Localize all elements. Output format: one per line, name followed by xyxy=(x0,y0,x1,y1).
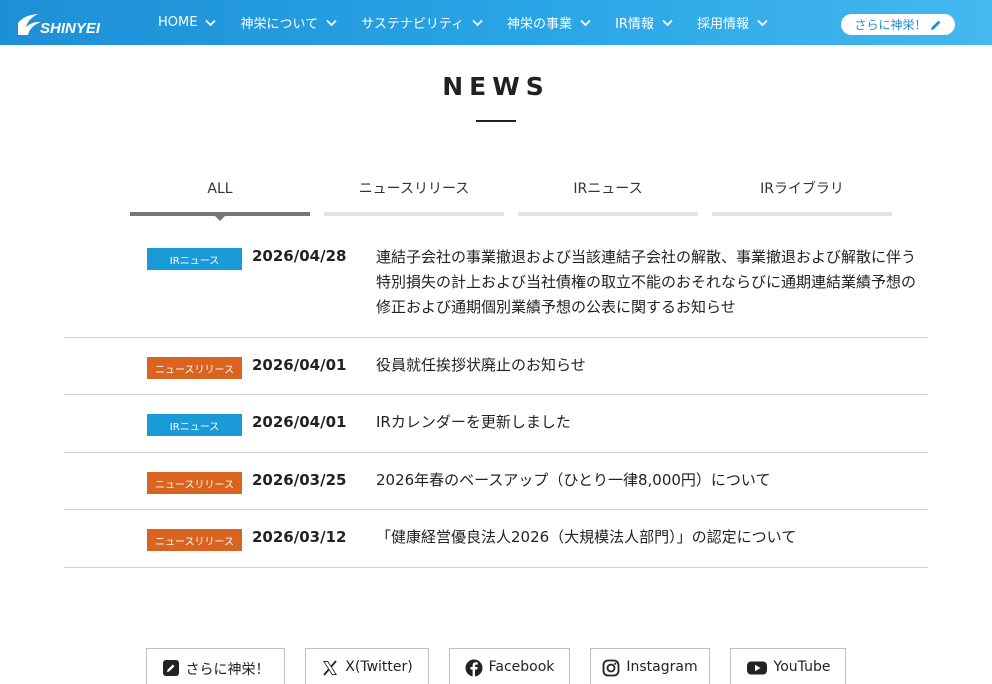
news-item[interactable]: ニュースリリース 2026/03/12 「健康経営優良法人2026（大規模法人部… xyxy=(64,510,928,568)
nav-item-sustainability[interactable]: サステナビリティ xyxy=(349,0,495,45)
sarani-shinyei-link-button[interactable]: さらに神栄！ xyxy=(146,648,285,684)
news-list: IRニュース 2026/04/28 連結子会社の事業撤退および当該連結子会社の解… xyxy=(64,233,928,568)
nav-item-label: HOME xyxy=(158,15,198,30)
cta-label: さらに神栄！ xyxy=(854,18,927,32)
nav-item-label: サステナビリティ xyxy=(361,17,465,32)
news-date: 2026/04/01 xyxy=(252,356,347,374)
news-date: 2026/04/28 xyxy=(252,247,347,265)
tab-all[interactable]: ALL xyxy=(130,170,310,221)
link-label: YouTube xyxy=(773,659,831,675)
tab-indicator xyxy=(324,212,504,216)
pencil-icon xyxy=(930,20,940,30)
category-badge: ニュースリリース xyxy=(147,357,242,379)
instagram-link-button[interactable]: Instagram xyxy=(590,648,710,684)
news-title-link[interactable]: 連結子会社の事業撤退および当該連結子会社の解散、事業撤退および解散に伴う特別損失… xyxy=(376,245,924,320)
news-date: 2026/03/25 xyxy=(252,471,347,489)
news-item[interactable]: IRニュース 2026/04/01 IRカレンダーを更新しました xyxy=(64,395,928,453)
news-item[interactable]: ニュースリリース 2026/03/25 2026年春のベースアップ（ひとり一律8… xyxy=(64,453,928,510)
news-title-link[interactable]: 役員就任挨拶状廃止のお知らせ xyxy=(376,353,924,378)
link-label: Facebook xyxy=(488,659,555,675)
x-twitter-link-button[interactable]: X(Twitter) xyxy=(305,648,429,684)
site-header: SHINYEI HOME 神栄について サステナビリティ 神栄の事業 IR情報 … xyxy=(0,0,992,45)
chevron-down-icon xyxy=(757,19,768,26)
instagram-icon xyxy=(602,659,620,677)
page-title: NEWS xyxy=(442,72,550,101)
active-tab-arrow-icon xyxy=(214,215,226,221)
tab-ir-news[interactable]: IRニュース xyxy=(518,170,698,216)
link-label: Instagram xyxy=(626,659,698,675)
chevron-down-icon xyxy=(580,19,591,26)
youtube-icon xyxy=(746,661,767,675)
tab-news-release[interactable]: ニュースリリース xyxy=(324,170,504,216)
sarani-shinyei-button[interactable]: さらに神栄！ xyxy=(841,14,955,35)
category-badge: IRニュース xyxy=(147,414,242,436)
nav-item-label: 神栄について xyxy=(240,17,319,32)
nav-item-home[interactable]: HOME xyxy=(146,0,228,45)
tab-ir-library[interactable]: IRライブラリ xyxy=(712,170,892,216)
news-title-link[interactable]: 「健康経営優良法人2026（大規模法人部門）」の認定について xyxy=(376,525,924,550)
shinyei-logo-icon xyxy=(16,13,42,37)
tab-label: IRライブラリ xyxy=(760,181,844,197)
tab-label: IRニュース xyxy=(573,181,643,197)
pencil-square-icon xyxy=(162,660,179,676)
news-item[interactable]: ニュースリリース 2026/04/01 役員就任挨拶状廃止のお知らせ xyxy=(64,338,928,395)
chevron-down-icon xyxy=(472,19,483,26)
news-item[interactable]: IRニュース 2026/04/28 連結子会社の事業撤退および当該連結子会社の解… xyxy=(64,233,928,338)
category-badge: ニュースリリース xyxy=(147,529,242,551)
news-title-link[interactable]: IRカレンダーを更新しました xyxy=(376,410,924,435)
category-badge: ニュースリリース xyxy=(147,472,242,494)
nav-item-label: 神栄の事業 xyxy=(507,17,573,32)
chevron-down-icon xyxy=(326,19,337,26)
news-title-link[interactable]: 2026年春のベースアップ（ひとり一律8,000円）について xyxy=(376,468,924,493)
nav-item-label: IR情報 xyxy=(615,17,654,32)
logo-text: SHINYEI xyxy=(40,20,101,37)
nav-item-ir[interactable]: IR情報 xyxy=(603,0,685,45)
nav-item-business[interactable]: 神栄の事業 xyxy=(495,0,603,45)
site-logo[interactable]: SHINYEI xyxy=(16,9,100,37)
link-label: さらに神栄！ xyxy=(185,662,270,678)
main-nav: HOME 神栄について サステナビリティ 神栄の事業 IR情報 採用情報 xyxy=(146,0,780,45)
nav-item-label: 採用情報 xyxy=(696,17,749,32)
link-label: X(Twitter) xyxy=(345,659,413,675)
tab-label: ニュースリリース xyxy=(358,181,470,197)
facebook-icon xyxy=(465,659,483,677)
x-icon xyxy=(323,660,338,676)
facebook-link-button[interactable]: Facebook xyxy=(449,648,570,684)
nav-item-about[interactable]: 神栄について xyxy=(228,0,349,45)
news-date: 2026/04/01 xyxy=(252,413,347,431)
category-badge: IRニュース xyxy=(147,248,242,270)
tab-indicator xyxy=(518,212,698,216)
news-date: 2026/03/12 xyxy=(252,528,347,546)
nav-item-recruit[interactable]: 採用情報 xyxy=(685,0,780,45)
tab-label: ALL xyxy=(207,181,233,197)
chevron-down-icon xyxy=(662,19,673,26)
title-underline xyxy=(476,120,516,122)
tab-indicator xyxy=(712,212,892,216)
youtube-link-button[interactable]: YouTube xyxy=(730,648,846,684)
chevron-down-icon xyxy=(205,19,217,26)
